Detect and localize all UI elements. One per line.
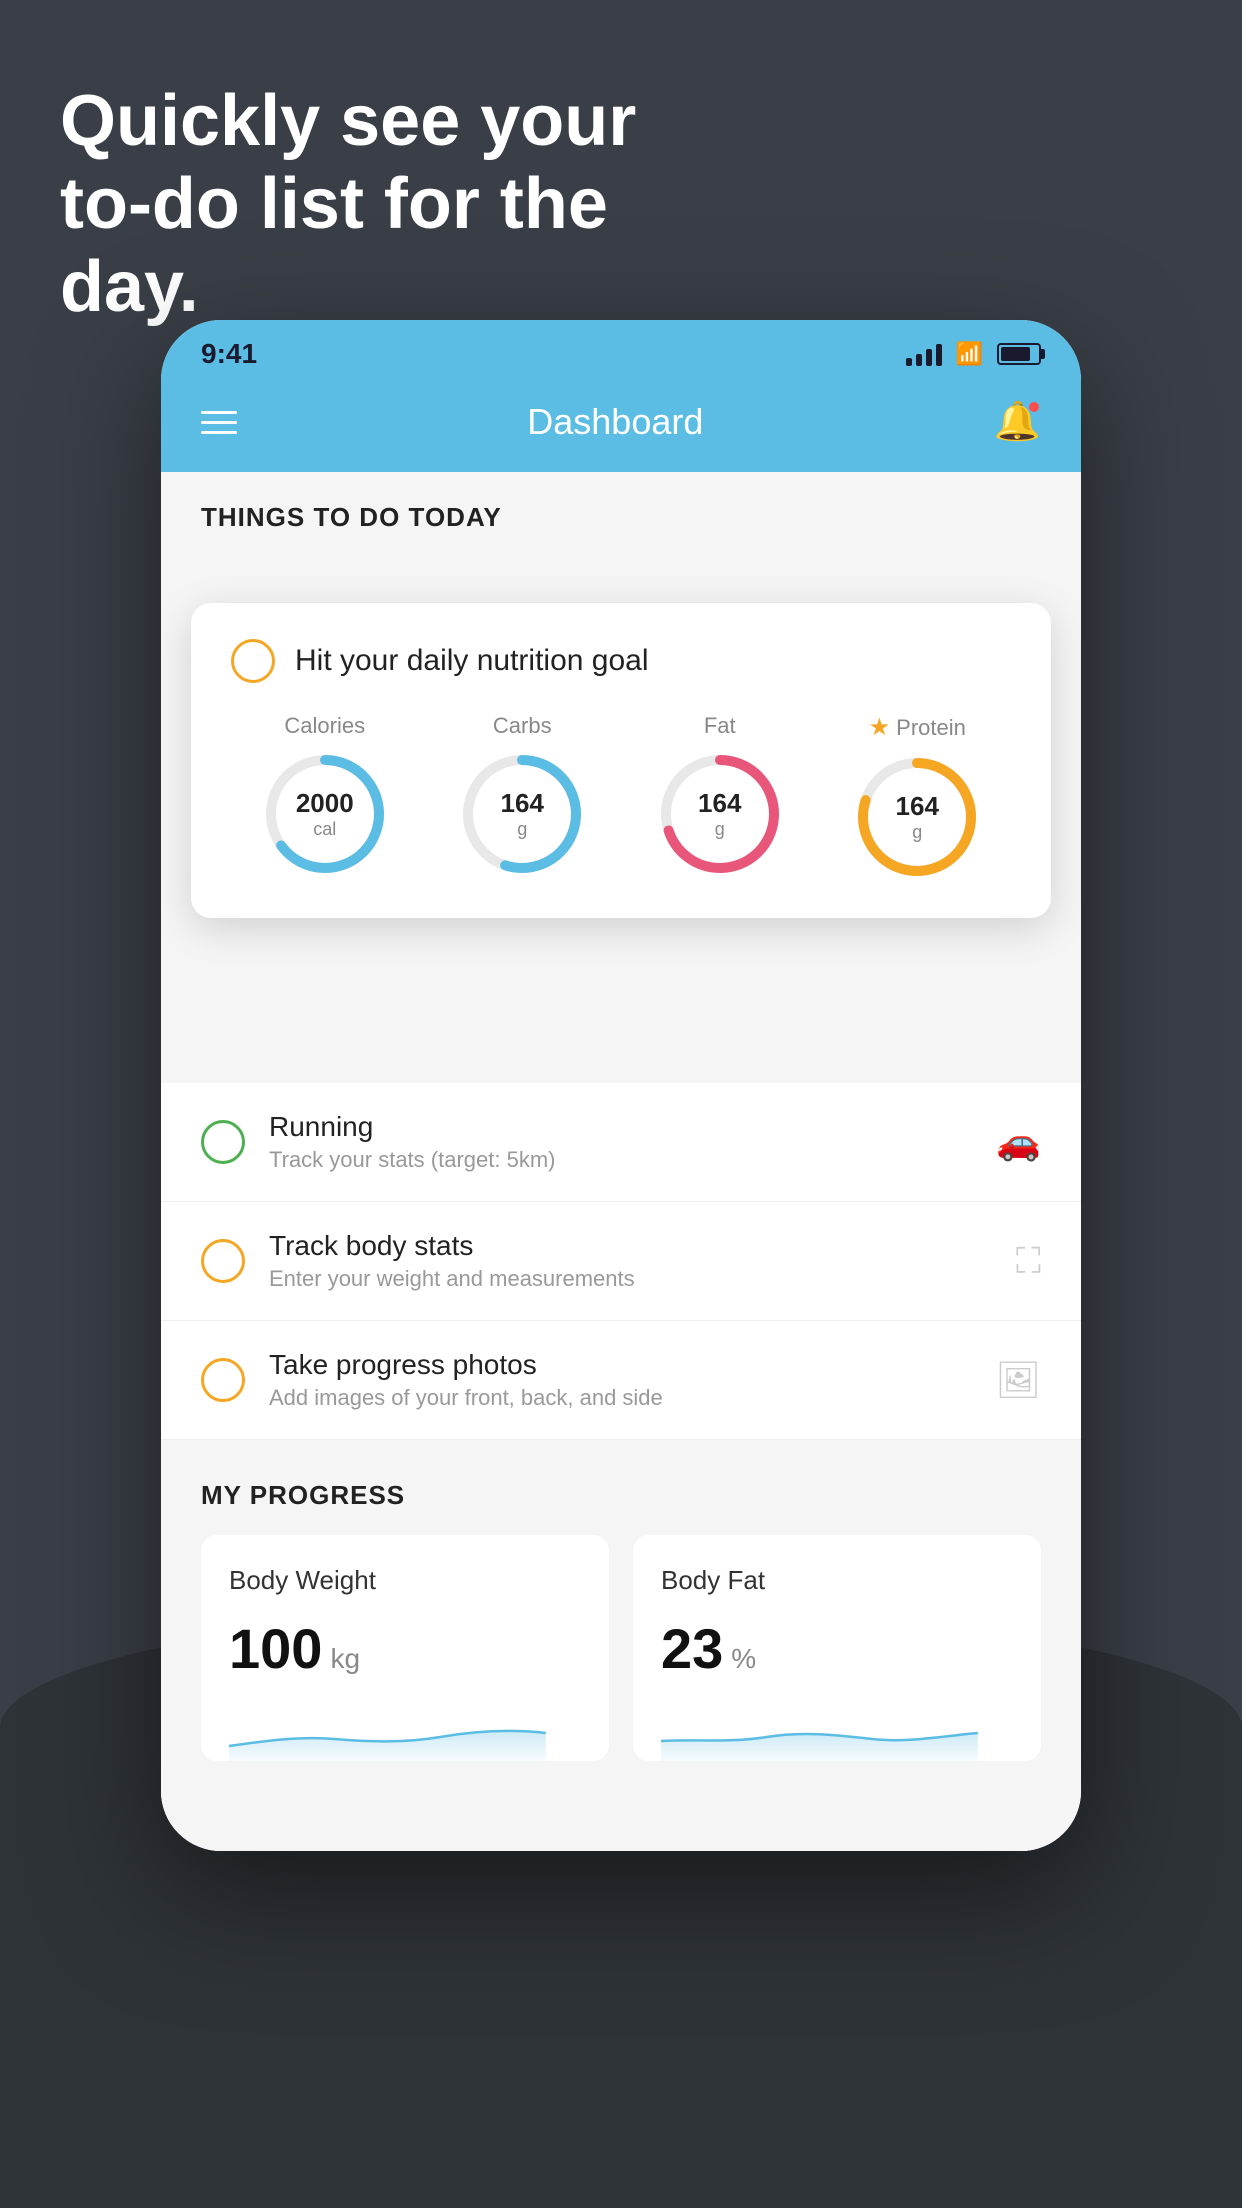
todo-circle-nutrition[interactable] — [231, 639, 275, 683]
todo-main-running: Running — [269, 1111, 972, 1143]
carbs-label: Carbs — [493, 713, 552, 739]
body-fat-value: 23 % — [661, 1616, 1013, 1681]
todo-circle-body-stats — [201, 1239, 245, 1283]
body-fat-num: 23 — [661, 1616, 723, 1681]
running-icon: 🚗 — [996, 1121, 1041, 1163]
phone-mockup: 9:41 📶 Dashboard 🔔 THINGS TO — [161, 320, 1081, 1851]
app-content: THINGS TO DO TODAY Hit your daily nutrit… — [161, 472, 1081, 1851]
carbs-unit: g — [517, 819, 527, 839]
status-bar: 9:41 📶 — [161, 320, 1081, 380]
things-to-do-title: THINGS TO DO TODAY — [201, 502, 502, 532]
todo-circle-running — [201, 1120, 245, 1164]
scale-icon: ⛶ — [1016, 1240, 1041, 1283]
progress-section: MY PROGRESS Body Weight 100 kg — [161, 1440, 1081, 1801]
todo-item-photos[interactable]: Take progress photos Add images of your … — [161, 1321, 1081, 1440]
nutrient-calories: Calories 2000 cal — [260, 713, 390, 879]
nutrient-carbs: Carbs 164 g — [457, 713, 587, 879]
body-fat-card: Body Fat 23 % — [633, 1535, 1041, 1761]
body-weight-unit: kg — [330, 1643, 360, 1675]
calories-unit: cal — [313, 819, 336, 839]
app-header: Dashboard 🔔 — [161, 380, 1081, 472]
progress-cards: Body Weight 100 kg — [201, 1535, 1041, 1761]
body-fat-chart — [661, 1701, 1013, 1761]
body-weight-num: 100 — [229, 1616, 322, 1681]
calories-circle: 2000 cal — [260, 749, 390, 879]
todo-circle-photos — [201, 1358, 245, 1402]
progress-title: MY PROGRESS — [201, 1480, 1041, 1511]
body-fat-unit: % — [731, 1643, 756, 1675]
fat-value: 164 — [698, 788, 741, 819]
nutrition-card: Hit your daily nutrition goal Calories — [191, 603, 1051, 918]
wifi-icon: 📶 — [956, 341, 983, 367]
status-icons: 📶 — [906, 341, 1041, 367]
todo-item-running[interactable]: Running Track your stats (target: 5km) 🚗 — [161, 1083, 1081, 1202]
body-fat-title: Body Fat — [661, 1565, 1013, 1596]
todo-text-running: Running Track your stats (target: 5km) — [269, 1111, 972, 1173]
notification-button[interactable]: 🔔 — [994, 400, 1041, 444]
status-time: 9:41 — [201, 338, 257, 370]
signal-icon — [906, 342, 942, 366]
nutrient-protein: ★ Protein 164 g — [852, 713, 982, 882]
todo-main-photos: Take progress photos — [269, 1349, 971, 1381]
carbs-circle: 164 g — [457, 749, 587, 879]
calories-label: Calories — [284, 713, 365, 739]
notification-dot — [1027, 400, 1041, 414]
todo-text-photos: Take progress photos Add images of your … — [269, 1349, 971, 1411]
protein-circle: 164 g — [852, 752, 982, 882]
phone-bottom — [161, 1801, 1081, 1851]
todo-list: Running Track your stats (target: 5km) 🚗… — [161, 1083, 1081, 1440]
todo-text-body-stats: Track body stats Enter your weight and m… — [269, 1230, 992, 1292]
protein-value: 164 — [896, 791, 939, 822]
body-weight-title: Body Weight — [229, 1565, 581, 1596]
todo-item-body-stats[interactable]: Track body stats Enter your weight and m… — [161, 1202, 1081, 1321]
hero-title: Quickly see your to-do list for the day. — [60, 80, 660, 328]
todo-sub-photos: Add images of your front, back, and side — [269, 1385, 971, 1411]
body-weight-value: 100 kg — [229, 1616, 581, 1681]
carbs-value: 164 — [501, 788, 544, 819]
things-to-do-header: THINGS TO DO TODAY — [161, 472, 1081, 553]
body-weight-card: Body Weight 100 kg — [201, 1535, 609, 1761]
fat-circle: 164 g — [655, 749, 785, 879]
header-title: Dashboard — [527, 401, 703, 443]
battery-icon — [997, 343, 1041, 365]
fat-label: Fat — [704, 713, 736, 739]
todo-sub-running: Track your stats (target: 5km) — [269, 1147, 972, 1173]
nutrition-circles: Calories 2000 cal — [231, 713, 1011, 882]
protein-unit: g — [912, 822, 922, 842]
todo-sub-body-stats: Enter your weight and measurements — [269, 1266, 992, 1292]
body-weight-chart — [229, 1701, 581, 1761]
nutrient-fat: Fat 164 g — [655, 713, 785, 879]
calories-value: 2000 — [296, 788, 354, 819]
protein-label: Protein — [896, 715, 966, 741]
menu-button[interactable] — [201, 411, 237, 434]
nutrition-card-title: Hit your daily nutrition goal — [295, 644, 649, 678]
todo-main-body-stats: Track body stats — [269, 1230, 992, 1262]
photo-icon: 🖼 — [995, 1359, 1041, 1401]
star-icon: ★ — [869, 713, 891, 742]
nutrition-card-header: Hit your daily nutrition goal — [231, 639, 1011, 683]
fat-unit: g — [715, 819, 725, 839]
protein-label-row: ★ Protein — [869, 713, 966, 742]
